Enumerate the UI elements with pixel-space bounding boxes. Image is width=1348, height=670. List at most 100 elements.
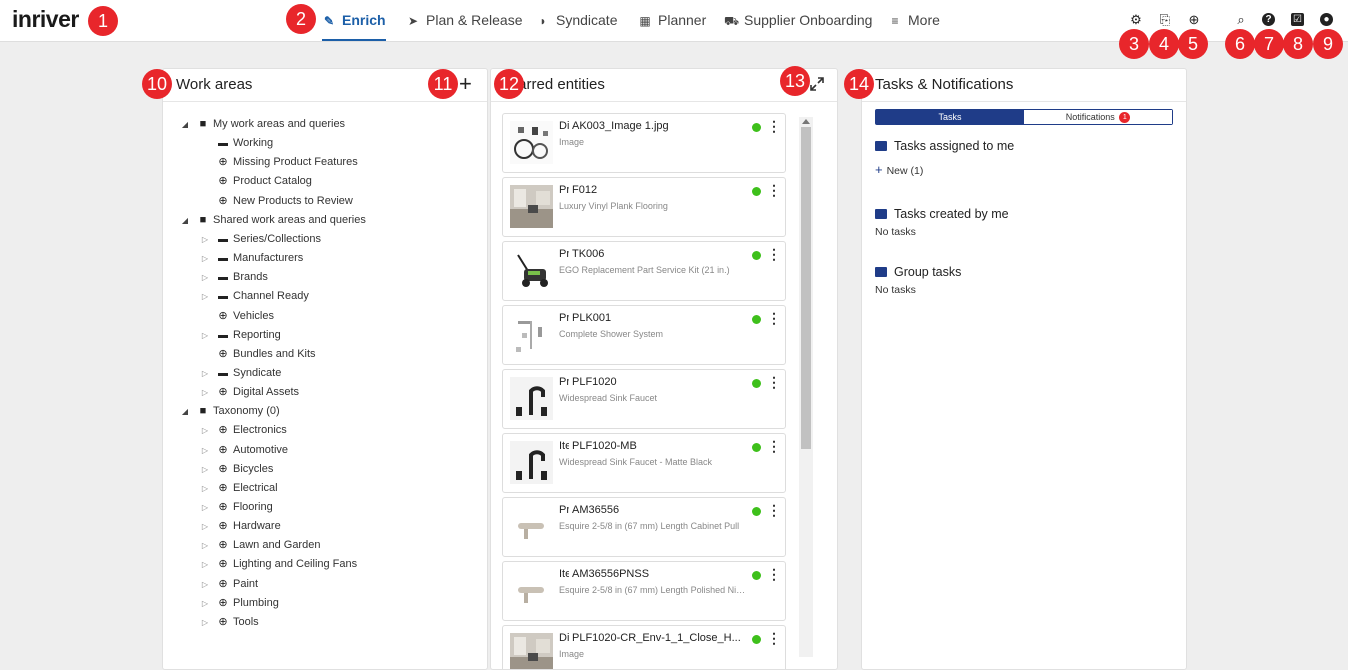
collapsed-triangle-icon[interactable]: ▷ [199,594,211,613]
tree-item[interactable]: ▷ ▬ Channel Ready [199,287,309,306]
collapsed-triangle-icon[interactable]: ▷ [199,536,211,555]
entity-title[interactable]: AM36556 [572,504,752,516]
tree-item[interactable]: ▷ ▬ Reporting [199,326,281,345]
collapsed-triangle-icon[interactable]: ▷ [199,517,211,536]
entity-title[interactable]: TK006 [572,248,752,260]
starred-entity-card[interactable]: Di PLF1020-CR_Env-1_1_Close_H... Image ⋮ [502,625,786,669]
nav-item-3[interactable]: ▦ Planner [638,0,706,41]
tree-item[interactable]: ▷ ⊕ Electronics [199,421,287,440]
tree-item[interactable]: ▷ ▬ Manufacturers [199,249,303,268]
nav-item-4[interactable]: ⛟ Supplier Onboarding [724,0,872,41]
tree-item[interactable]: ▷ ▬ Series/Collections [199,230,321,249]
tree-item[interactable]: ◢ ■ My work areas and queries [179,115,345,134]
collapsed-triangle-icon[interactable]: ▷ [199,421,211,440]
tree-item[interactable]: ▷ ⊕ Paint [199,575,258,594]
kebab-menu-icon[interactable]: ⋮ [767,247,781,261]
search-icon[interactable]: ⌕ [1233,12,1249,28]
collapsed-triangle-icon[interactable]: ▷ [199,364,211,383]
tree-item[interactable]: ▷ ⊕ Plumbing [199,594,279,613]
entity-title[interactable]: PLF1020-CR_Env-1_1_Close_H... [572,632,752,644]
collapsed-triangle-icon[interactable]: ▷ [199,460,211,479]
nav-item-5[interactable]: ≡ More [888,0,939,41]
kebab-menu-icon[interactable]: ⋮ [767,119,781,133]
collapsed-triangle-icon[interactable]: ▷ [199,498,211,517]
tree-item[interactable]: ▷ ⊕ Automotive [199,441,288,460]
tab-tasks[interactable]: Tasks [876,110,1024,124]
entity-thumbnail [510,441,553,484]
expanded-triangle-icon[interactable]: ◢ [179,402,191,421]
starred-entity-card[interactable]: ItePLF1020-MB Widespread Sink Faucet - Ma… [502,433,786,493]
tree-item[interactable]: ⊕ Bundles and Kits [199,345,315,364]
starred-scrollbar[interactable] [799,117,813,657]
kebab-menu-icon[interactable]: ⋮ [767,439,781,453]
starred-entity-card[interactable]: Pr PLK001 Complete Shower System ⋮ [502,305,786,365]
tree-item[interactable]: ◢ ■ Shared work areas and queries [179,211,366,230]
tree-item[interactable]: ▷ ⊕ Lighting and Ceiling Fans [199,555,357,574]
file-search-icon[interactable]: ⎘ [1157,12,1173,28]
user-icon[interactable]: ● [1320,13,1333,26]
nav-item-2[interactable]: ◗ Syndicate [536,0,617,41]
tab-notifications[interactable]: Notifications 1 [1024,110,1172,124]
scrollbar-thumb[interactable] [801,127,811,449]
nav-item-0[interactable]: ✎ Enrich [322,0,386,41]
tasks-panel: Tasks & Notifications Tasks Notification… [861,68,1187,670]
query-icon: ⊕ [218,424,228,437]
tree-item[interactable]: ▷ ⊕ Tools [199,613,259,632]
nav-item-1[interactable]: ➤ Plan & Release [406,0,523,41]
collapsed-triangle-icon[interactable]: ▷ [199,249,211,268]
tree-item[interactable]: ▷ ⊕ Electrical [199,479,278,498]
expand-icon[interactable] [809,76,825,92]
collapsed-triangle-icon[interactable]: ▷ [199,230,211,249]
tree-item[interactable]: ▬ Working [199,134,273,153]
starred-entity-card[interactable]: Di AK003_Image 1.jpg Image ⋮ [502,113,786,173]
tree-item[interactable]: ▷ ⊕ Digital Assets [199,383,299,402]
tree-item[interactable]: ▷ ▬ Syndicate [199,364,281,383]
entity-title[interactable]: AK003_Image 1.jpg [572,120,752,132]
starred-entity-card[interactable]: IteAM36556PNSS Esquire 2-5/8 in (67 mm) L… [502,561,786,621]
collapsed-triangle-icon[interactable]: ▷ [199,287,211,306]
entity-title[interactable]: PLF1020 [572,376,752,388]
checklist-icon[interactable]: ☑ [1291,13,1304,26]
tree-item[interactable]: ⊕ Vehicles [199,307,274,326]
starred-entity-card[interactable]: Pr PLF1020 Widespread Sink Faucet ⋮ [502,369,786,429]
expanded-triangle-icon[interactable]: ◢ [179,115,191,134]
cogs-icon[interactable]: ⚙ [1128,12,1144,28]
inriver-logo[interactable]: inriver [12,6,79,33]
tree-item[interactable]: ⊕ Missing Product Features [199,153,357,172]
collapsed-triangle-icon[interactable]: ▷ [199,268,211,287]
entity-subtitle: Luxury Vinyl Plank Flooring [559,201,668,211]
help-icon[interactable]: ? [1262,13,1275,26]
tree-item[interactable]: ◢ ■ Taxonomy (0) [179,402,280,421]
collapsed-triangle-icon[interactable]: ▷ [199,441,211,460]
entity-title[interactable]: PLK001 [572,312,752,324]
kebab-menu-icon[interactable]: ⋮ [767,311,781,325]
tree-item[interactable]: ▷ ⊕ Hardware [199,517,281,536]
kebab-menu-icon[interactable]: ⋮ [767,567,781,581]
tree-item[interactable]: ▷ ⊕ Flooring [199,498,273,517]
collapsed-triangle-icon[interactable]: ▷ [199,479,211,498]
entity-title[interactable]: F012 [572,184,752,196]
add-work-area-button[interactable]: + [459,72,472,96]
collapsed-triangle-icon[interactable]: ▷ [199,575,211,594]
tree-item[interactable]: ▷ ▬ Brands [199,268,268,287]
collapsed-triangle-icon[interactable]: ▷ [199,555,211,574]
starred-entity-card[interactable]: Pr TK006 EGO Replacement Part Service Kit … [502,241,786,301]
starred-entity-card[interactable]: Pr AM36556 Esquire 2-5/8 in (67 mm) Length… [502,497,786,557]
zoom-in-icon[interactable]: ⊕ [1186,12,1202,28]
collapsed-triangle-icon[interactable]: ▷ [199,613,211,632]
tree-item[interactable]: ⊕ Product Catalog [199,172,312,191]
kebab-menu-icon[interactable]: ⋮ [767,375,781,389]
collapsed-triangle-icon[interactable]: ▷ [199,326,211,345]
entity-title[interactable]: PLF1020-MB [572,440,752,452]
kebab-menu-icon[interactable]: ⋮ [767,503,781,517]
collapsed-triangle-icon[interactable]: ▷ [199,383,211,402]
expanded-triangle-icon[interactable]: ◢ [179,211,191,230]
tree-item[interactable]: ▷ ⊕ Bicycles [199,460,273,479]
tasks-assigned-new[interactable]: + New (1) [875,162,923,177]
starred-entity-card[interactable]: Pr F012 Luxury Vinyl Plank Flooring ⋮ [502,177,786,237]
tree-item[interactable]: ⊕ New Products to Review [199,192,352,211]
entity-title[interactable]: AM36556PNSS [572,568,752,580]
kebab-menu-icon[interactable]: ⋮ [767,631,781,645]
kebab-menu-icon[interactable]: ⋮ [767,183,781,197]
tree-item[interactable]: ▷ ⊕ Lawn and Garden [199,536,321,555]
